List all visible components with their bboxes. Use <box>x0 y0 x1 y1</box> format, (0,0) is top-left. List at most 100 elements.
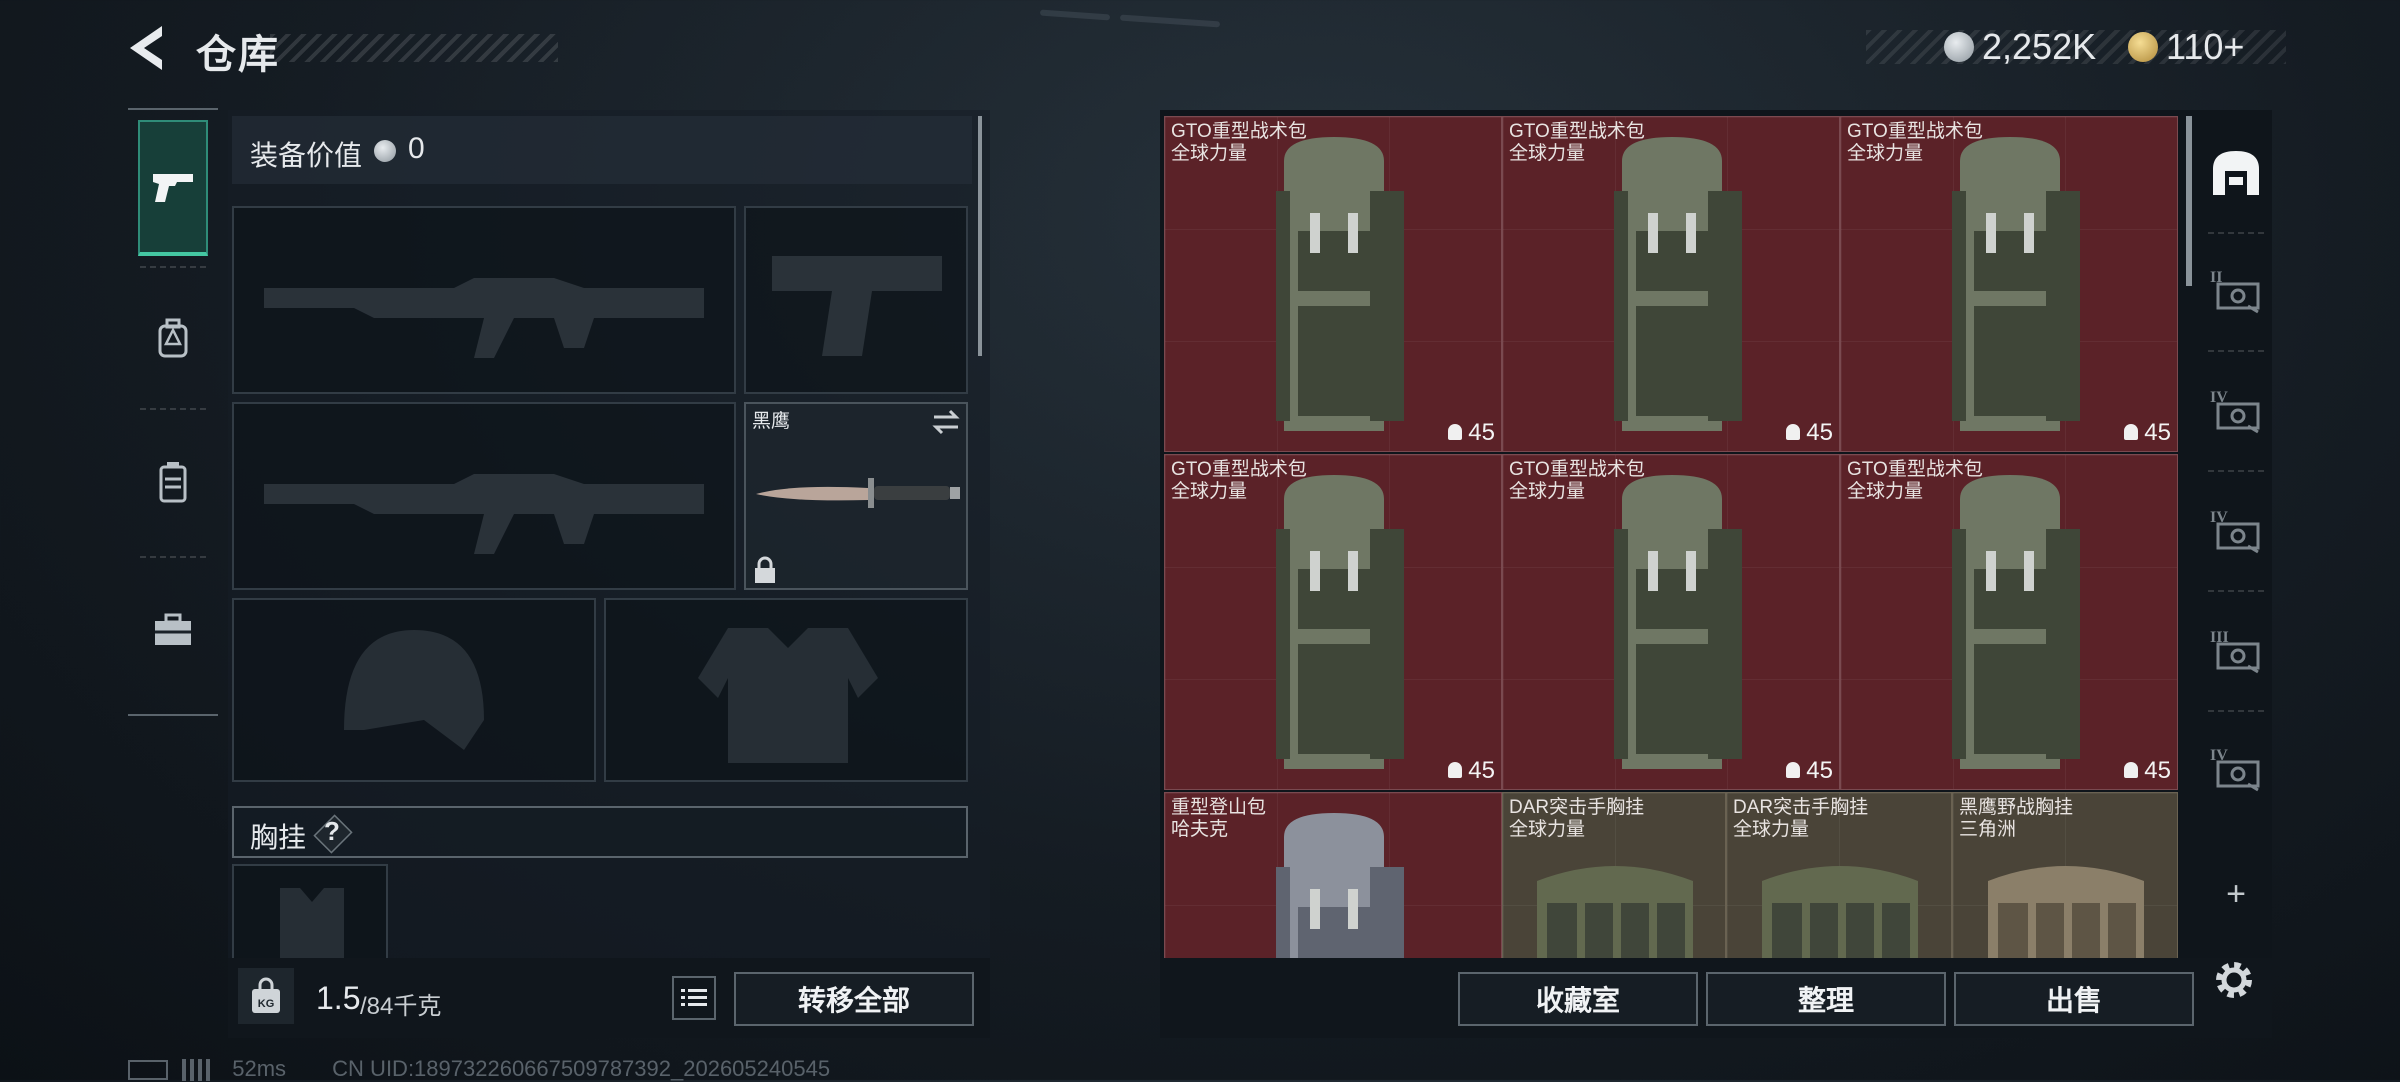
swap-icon[interactable] <box>930 408 962 436</box>
silver-amount: 2,252K <box>1982 26 2097 67</box>
signal-icon <box>182 1059 213 1082</box>
inventory-item[interactable]: GTO重型战术包 全球力量 45 <box>1502 454 1840 790</box>
primary-weapon-slot-2[interactable] <box>232 402 736 590</box>
case-tier-icon: III <box>2210 629 2260 674</box>
item-brand: 全球力量 <box>1733 819 1810 840</box>
settings-button[interactable] <box>2206 952 2262 1008</box>
case-tier-icon: IV <box>2210 389 2260 434</box>
melee-weapon-slot[interactable]: 黑鹰 <box>744 402 968 590</box>
backpack-icon <box>158 318 188 358</box>
tab-case[interactable] <box>138 562 208 698</box>
armor-slot[interactable] <box>604 598 968 782</box>
chest-rig-header: 胸挂 ? <box>232 806 968 858</box>
inventory-item[interactable]: 黑鹰野战胸挂 三角洲 <box>1952 792 2178 958</box>
storage-case-button[interactable]: IV <box>2204 378 2268 442</box>
pistol-silhouette-icon <box>772 256 942 356</box>
armor-silhouette-icon <box>698 628 878 763</box>
gold-amount: 110+ <box>2166 26 2245 67</box>
item-brand: 全球力量 <box>1509 143 1586 164</box>
helmet-slot[interactable] <box>232 598 596 782</box>
transfer-all-button[interactable]: 转移全部 <box>734 972 974 1026</box>
storage-room-icon <box>2213 151 2259 195</box>
lock-icon <box>755 556 775 583</box>
tab-gear[interactable] <box>138 270 208 406</box>
silver-coin-icon <box>374 140 396 162</box>
inventory-item[interactable]: DAR突击手胸挂 全球力量 <box>1502 792 1726 958</box>
rifle-silhouette-icon <box>264 278 704 358</box>
item-name: 重型登山包 <box>1171 797 1267 818</box>
help-icon[interactable]: ? <box>324 816 340 847</box>
organize-button[interactable]: 整理 <box>1706 972 1946 1026</box>
category-tabs <box>128 108 218 716</box>
inventory-grid: GTO重型战术包 全球力量 45 GTO重型战术包 全球力量 45 GTO重型战… <box>1164 116 2178 958</box>
list-view-button[interactable] <box>672 976 716 1020</box>
sell-button[interactable]: 出售 <box>1954 972 2194 1026</box>
inventory-item[interactable]: GTO重型战术包 全球力量 45 <box>1164 454 1502 790</box>
chest-rig-slot[interactable] <box>232 864 388 960</box>
case-tier-icon: IV <box>2210 747 2260 792</box>
storage-case-button[interactable]: III <box>2204 618 2268 682</box>
battery-icon <box>128 1060 168 1081</box>
user-icon <box>2124 762 2139 778</box>
ping-text: 52ms <box>232 1056 287 1081</box>
item-brand: 哈夫克 <box>1171 819 1229 840</box>
inventory-item[interactable]: 重型登山包 哈夫克 <box>1164 792 1502 958</box>
gear-icon <box>2216 962 2252 998</box>
title-decoration <box>270 34 558 62</box>
inventory-item[interactable]: GTO重型战术包 全球力量 45 <box>1502 116 1840 452</box>
item-brand: 全球力量 <box>1171 481 1248 502</box>
chest-rig-icon <box>1762 866 1918 958</box>
storage-case-button[interactable]: IV <box>2204 498 2268 562</box>
item-count: 45 <box>1448 419 1495 447</box>
inventory-item[interactable]: GTO重型战术包 全球力量 45 <box>1840 454 2178 790</box>
equipment-value-label: 装备价值 <box>250 140 363 171</box>
page-title: 仓库 <box>196 33 280 77</box>
weight-icon: KG <box>238 968 294 1024</box>
back-button[interactable] <box>124 22 174 74</box>
silver-coin-icon <box>1944 32 1974 62</box>
item-name: GTO重型战术包 <box>1847 121 1983 142</box>
storage-case-button[interactable]: II <box>2204 258 2268 322</box>
gold-coin-icon <box>2128 32 2158 62</box>
item-count: 45 <box>1786 757 1833 785</box>
inventory-scrollbar[interactable] <box>2186 116 2192 286</box>
equipment-value-bar: 装备价值 0 <box>232 116 972 184</box>
backpack-icon <box>1952 475 2080 769</box>
inventory-item[interactable]: GTO重型战术包 全球力量 45 <box>1164 116 1502 452</box>
weight-max: /84千克 <box>360 993 442 1020</box>
tab-firearms[interactable] <box>138 120 208 256</box>
rifle-silhouette-icon <box>264 474 704 554</box>
item-name: DAR突击手胸挂 <box>1733 797 1869 818</box>
vest-icon <box>159 462 187 503</box>
backpack-icon <box>1276 813 1404 958</box>
collection-room-button[interactable]: 收藏室 <box>1458 972 1698 1026</box>
secondary-weapon-slot[interactable] <box>744 206 968 394</box>
add-storage-button[interactable]: + <box>2204 862 2268 926</box>
back-arrow-icon <box>130 26 162 70</box>
chest-rig-silhouette-icon <box>280 888 344 958</box>
item-count: 45 <box>1786 419 1833 447</box>
backpack-icon <box>1614 137 1742 431</box>
gold-currency[interactable]: 110+ <box>2128 26 2244 68</box>
storage-case-button[interactable]: IV <box>2204 736 2268 800</box>
item-count: 45 <box>2124 757 2171 785</box>
chest-rig-icon <box>1537 866 1693 958</box>
inventory-item[interactable]: GTO重型战术包 全球力量 45 <box>1840 116 2178 452</box>
item-brand: 全球力量 <box>1847 143 1924 164</box>
case-tier-icon: IV <box>2210 509 2260 554</box>
item-brand: 全球力量 <box>1509 819 1586 840</box>
tab-vest[interactable] <box>138 414 208 550</box>
item-brand: 三角洲 <box>1959 819 2017 840</box>
backpack-icon <box>1952 137 2080 431</box>
toolbox-icon <box>155 613 191 645</box>
silver-currency[interactable]: 2,252K <box>1944 26 2096 68</box>
item-name: 黑鹰野战胸挂 <box>1959 797 2074 818</box>
case-tier-icon: II <box>2210 269 2260 314</box>
equipment-scrollbar[interactable] <box>978 116 982 356</box>
storage-room-button[interactable] <box>2204 140 2268 204</box>
inventory-item[interactable]: DAR突击手胸挂 全球力量 <box>1726 792 1952 958</box>
primary-weapon-slot[interactable] <box>232 206 736 394</box>
item-name: DAR突击手胸挂 <box>1509 797 1645 818</box>
backpack-icon <box>1614 475 1742 769</box>
user-icon <box>1786 424 1801 440</box>
